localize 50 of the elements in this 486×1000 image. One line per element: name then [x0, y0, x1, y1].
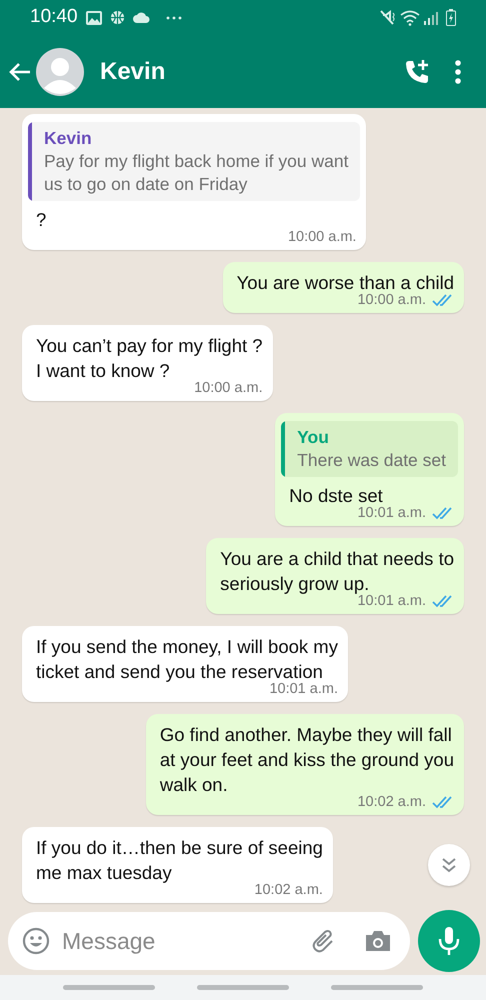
- message-bubble[interactable]: Go find another. Maybe they will fall at your feet and kiss the ground you walk on. 10:02 a.m.: [146, 714, 464, 815]
- quote-text: There was date set: [297, 449, 446, 472]
- more-icon: [166, 16, 182, 20]
- scroll-down-button[interactable]: [428, 844, 470, 886]
- message-bubble[interactable]: You are worse than a child 10:00 a.m.: [222, 262, 464, 313]
- contact-name[interactable]: Kevin: [100, 54, 166, 90]
- signal-icon: [424, 10, 438, 24]
- quote-author: Kevin: [44, 127, 93, 150]
- status-time: 10:40: [30, 5, 78, 30]
- message-box[interactable]: Message: [8, 912, 410, 970]
- message-time: 10:01 a.m.: [269, 680, 338, 699]
- cloud-icon: [132, 12, 150, 23]
- message-text: If you do it…then be sure of seeing me max tuesday: [36, 836, 323, 884]
- message-bubble[interactable]: Kevin Pay for my flight back home if you want us to go on date on Friday ? 10:00 a.m.: [22, 114, 366, 250]
- wifi-icon: [400, 10, 420, 26]
- message-text: You are a child that needs to seriously grow up.: [220, 547, 454, 594]
- message-text: No dste set: [289, 484, 384, 506]
- avatar[interactable]: [36, 48, 84, 96]
- message-time: 10:02 a.m.: [254, 881, 323, 900]
- image-icon: [86, 10, 102, 24]
- back-icon[interactable]: [8, 62, 32, 82]
- message-bubble[interactable]: If you do it…then be sure of seeing me max tuesday 10:02 a.m.: [22, 827, 333, 903]
- message-time: 10:01 a.m.: [357, 593, 426, 611]
- message-time: 10:00 a.m.: [288, 228, 356, 247]
- message-text: You are worse than a child: [236, 271, 454, 294]
- ball-icon: [110, 10, 125, 25]
- mute-icon: [380, 10, 396, 25]
- message-bubble[interactable]: If you send the money, I will book my ticket and send you the reservation 10:01 a.m.: [22, 626, 348, 702]
- message-text: Go find another. Maybe they will fall at your feet and kiss the ground you walk on.: [160, 723, 454, 796]
- message-bubble[interactable]: You can’t pay for my flight ? I want to know ? 10:00 a.m.: [22, 325, 273, 401]
- double-chevron-icon: [441, 857, 457, 873]
- camera-icon[interactable]: [364, 929, 392, 953]
- microphone-icon: [438, 926, 460, 956]
- quoted-message[interactable]: Kevin Pay for my flight back home if you want us to go on date on Friday: [28, 122, 360, 201]
- message-bubble[interactable]: You There was date set No dste set 10:01 a.m.: [275, 413, 464, 526]
- battery-icon: [446, 9, 456, 26]
- message-bubble[interactable]: You are a child that needs to seriously grow up. 10:01 a.m.: [206, 538, 464, 614]
- emoji-icon[interactable]: [22, 927, 50, 955]
- message-time: 10:00 a.m.: [357, 291, 426, 310]
- menu-icon[interactable]: [454, 60, 462, 84]
- message-time: 10:00 a.m.: [194, 379, 263, 398]
- add-call-icon[interactable]: [404, 58, 430, 84]
- message-text: ?: [36, 208, 48, 232]
- message-text: If you send the money, I will book my ticket and send you the reservation: [36, 635, 338, 682]
- quote-text: Pay for my flight back home if you want us to go on date on Friday: [44, 150, 348, 196]
- message-time: 10:01 a.m.: [357, 504, 426, 523]
- message-time: 10:02 a.m.: [357, 793, 426, 812]
- message-text: You can’t pay for my flight ? I want to know ?: [36, 334, 263, 382]
- quoted-message[interactable]: You There was date set: [281, 421, 458, 477]
- quote-author: You: [297, 426, 330, 449]
